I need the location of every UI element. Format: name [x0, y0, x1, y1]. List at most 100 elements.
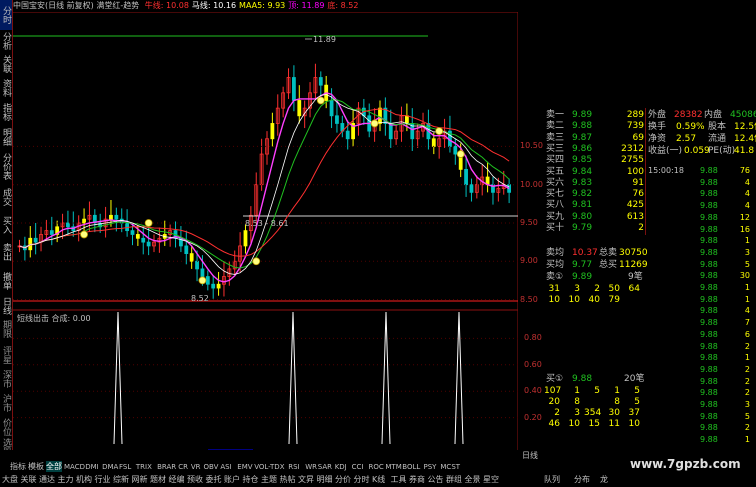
chart-title-bar: 中国宝安(日线 前复权) 满堂红-趋势 牛线: 10.08 马线: 10.16 MA… [13, 0, 518, 12]
sidebar-lower-tab[interactable]: 期限 [0, 320, 12, 338]
tick-row: 9.88 2 [646, 387, 756, 398]
sidebar-tab[interactable]: 指标 [0, 100, 12, 124]
sidebar-lower-tab[interactable]: 评星 [0, 346, 12, 364]
function-tab[interactable]: 持仓 [243, 474, 259, 486]
function-tab[interactable]: 行业 [95, 474, 111, 486]
right-bottom-tab[interactable]: 龙 [600, 474, 608, 485]
sidebar-tab[interactable]: 分时 [0, 0, 12, 30]
queue-cell: 3 [574, 284, 580, 294]
function-tab[interactable]: 热帖 [280, 474, 296, 486]
queue-cell: 3 [574, 408, 580, 418]
indicator-tab[interactable]: ASI [220, 461, 231, 473]
indicator-tab[interactable]: VOL-TDX [254, 461, 284, 473]
function-tab[interactable]: 网新 [132, 474, 148, 486]
quote-label: 买九 [546, 211, 565, 222]
function-tab[interactable]: 公告 [428, 474, 444, 486]
sidebar-lower-tab[interactable]: 深市 [0, 370, 12, 388]
right-bottom-tab[interactable]: 分布 [574, 474, 590, 485]
sidebar-tab[interactable]: 卖出 [0, 238, 12, 266]
function-tab[interactable]: 文昇 [298, 474, 314, 486]
kline-chart[interactable]: 11.89 8.52 8.53 - 8.61 短线出击 合成: 0.002013年1… [13, 12, 518, 450]
function-tab[interactable]: 关联 [21, 474, 37, 486]
indicator-tab[interactable]: FSL [119, 461, 131, 473]
indicator-tab[interactable]: MTM [385, 461, 401, 473]
function-tab[interactable]: 综新 [113, 474, 129, 486]
quote-price: 9.86 [572, 143, 593, 154]
function-tab[interactable]: 分时 [354, 474, 370, 486]
indicator-tab[interactable]: CR [178, 461, 188, 473]
function-tab[interactable]: 券商 [409, 474, 425, 486]
stat-key: 流通 [708, 134, 727, 144]
sidebar-tab[interactable]: 买入 [0, 212, 12, 238]
avg-value: 30750 [619, 248, 648, 258]
bottom-tab[interactable]: 指标 [10, 461, 26, 472]
sidebar-lower-tab[interactable]: 沪市 [0, 394, 12, 412]
function-tab[interactable]: 大盘 [2, 474, 18, 486]
function-tab[interactable]: 群组 [446, 474, 462, 486]
quote-label: 卖二 [546, 121, 565, 132]
sidebar-tab[interactable]: 明细 [0, 124, 12, 150]
sell1-count: 9笔 [628, 272, 643, 282]
indicator-tab[interactable]: DMI [85, 461, 99, 473]
quote-price: 9.89 [572, 110, 593, 120]
indicator-tab[interactable]: OBV [204, 461, 219, 473]
function-tab[interactable]: 明细 [317, 474, 333, 486]
indicator-tab[interactable]: EMV [237, 461, 252, 473]
function-tab[interactable]: 分价 [335, 474, 351, 486]
indicator-tab[interactable]: KDJ [335, 461, 347, 473]
indicator-tab[interactable]: TRIX [136, 461, 152, 473]
right-bottom-tab[interactable]: 日线 [522, 450, 538, 461]
indicator-tab[interactable]: WR [305, 461, 317, 473]
function-tab[interactable]: 星空 [483, 474, 499, 486]
sidebar-tab[interactable]: 撤单 [0, 266, 12, 296]
function-tab[interactable]: 通达 [39, 474, 55, 486]
sidebar-tab[interactable]: 分价表 [0, 150, 12, 182]
queue-cell: 354 [584, 408, 602, 418]
sidebar-tab[interactable]: 日线 [0, 296, 12, 316]
indicator-tab[interactable]: ROC [369, 461, 384, 473]
indicator-tab[interactable]: MACD [64, 461, 85, 473]
indicator-tab[interactable]: PSY [424, 461, 437, 473]
indicator-tab[interactable]: BRAR [157, 461, 176, 473]
tick-price: 9.88 [700, 306, 718, 316]
queue-cell: 10 [628, 419, 640, 429]
function-tab[interactable]: 全景 [465, 474, 481, 486]
right-bottom-tab[interactable]: 队列 [544, 474, 560, 485]
function-tab[interactable]: 题材 [150, 474, 166, 486]
ma-indicator: 顶: 11.89 [288, 1, 325, 10]
function-tab[interactable]: 机构 [76, 474, 92, 486]
quote-label: 卖一 [546, 110, 565, 120]
bottom-tab[interactable]: 全部 [46, 461, 62, 472]
signal-marker [370, 119, 379, 128]
quote-price: 9.82 [572, 189, 593, 200]
indicator-tab[interactable]: SAR [318, 461, 332, 473]
bottom-tab[interactable]: 模板 [28, 461, 44, 472]
sidebar-tab[interactable]: 成交 [0, 182, 12, 212]
quote-volume: 2755 [621, 155, 644, 166]
indicator-tab[interactable]: VR [191, 461, 201, 473]
tick-row: 9.88 1 [646, 352, 756, 363]
sidebar-tab[interactable]: 分析 [0, 30, 12, 52]
sidebar-tab[interactable]: 关联 [0, 52, 12, 76]
function-tab[interactable]: 预收 [187, 474, 203, 486]
tick-volume: 5 [744, 259, 750, 269]
order-book-row: 卖一 9.89 289 [544, 110, 646, 121]
function-tab[interactable]: 工具 [391, 474, 407, 486]
function-tab[interactable]: 主题 [261, 474, 277, 486]
indicator-tab[interactable]: CCI [352, 461, 364, 473]
indicator-tab[interactable]: BOLL [402, 461, 420, 473]
sidebar-lower-tab[interactable]: 价位 [0, 418, 12, 436]
tick-price: 9.88 [700, 166, 718, 175]
indicator-tab[interactable]: MCST [440, 461, 460, 473]
function-tab[interactable]: K线 [372, 474, 385, 486]
indicator-tab[interactable]: DMA [102, 461, 118, 473]
sidebar-tab[interactable]: 资料 [0, 76, 12, 100]
function-tab[interactable]: 经编 [169, 474, 185, 486]
function-tab[interactable]: 主力 [58, 474, 74, 486]
tick-price: 9.88 [700, 364, 718, 374]
function-tab[interactable]: 账户 [224, 474, 240, 486]
candle-body [335, 115, 339, 124]
queue-cell: 8 [614, 397, 620, 407]
indicator-tab[interactable]: RSI [288, 461, 299, 473]
function-tab[interactable]: 委托 [206, 474, 222, 486]
